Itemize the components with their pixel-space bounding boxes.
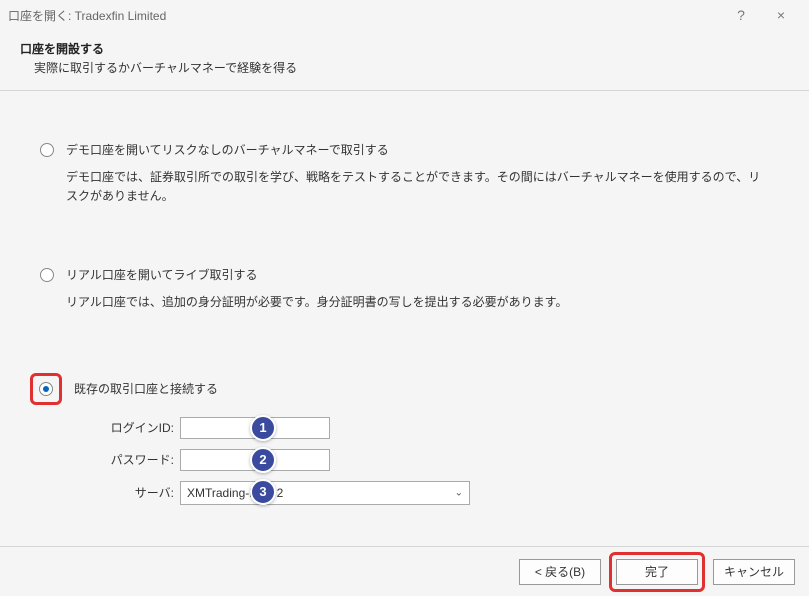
annotation-badge-3: 3 <box>250 479 276 505</box>
chevron-down-icon: ⌄ <box>455 487 463 498</box>
finish-button[interactable]: 完了 <box>616 559 698 585</box>
radio-real[interactable] <box>40 268 54 282</box>
dialog-body: デモ口座を開いてリスクなしのバーチャルマネーで取引する デモ口座では、証券取引所… <box>0 91 809 535</box>
dialog-footer: < 戻る(B) 完了 キャンセル <box>0 546 809 596</box>
cancel-button[interactable]: キャンセル <box>713 559 795 585</box>
radio-existing[interactable] <box>39 382 53 396</box>
login-label: ログインID: <box>80 419 180 436</box>
password-label: パスワード: <box>80 451 180 468</box>
help-button[interactable]: ? <box>721 0 761 30</box>
server-select[interactable]: XMTrading-MT5 2 ⌄ <box>180 481 470 505</box>
real-description: リアル口座では、追加の身分証明が必要です。身分証明書の写しを提出する必要がありま… <box>66 293 769 312</box>
close-button[interactable]: × <box>761 0 801 30</box>
radio-existing-label: 既存の取引口座と接続する <box>74 380 218 397</box>
finish-highlight-annotation: 完了 <box>609 552 705 592</box>
radio-real-label: リアル口座を開いてライブ取引する <box>66 266 258 283</box>
window-title: 口座を開く: Tradexfin Limited <box>8 7 721 24</box>
header-subtitle: 実際に取引するかバーチャルマネーで経験を得る <box>20 59 789 76</box>
demo-description: デモ口座では、証券取引所での取引を学び、戦略をテストすることができます。その間に… <box>66 168 769 206</box>
option-existing: 既存の取引口座と接続する ログインID: 1 パスワード: 2 サーバ: XMT… <box>40 373 769 505</box>
existing-form: ログインID: 1 パスワード: 2 サーバ: XMTrading-MT5 2 … <box>80 417 769 505</box>
header-title: 口座を開設する <box>20 40 789 57</box>
titlebar: 口座を開く: Tradexfin Limited ? × <box>0 0 809 30</box>
radio-highlight-annotation <box>30 373 62 405</box>
server-label: サーバ: <box>80 484 180 501</box>
annotation-badge-1: 1 <box>250 415 276 441</box>
radio-demo[interactable] <box>40 143 54 157</box>
radio-demo-label: デモ口座を開いてリスクなしのバーチャルマネーで取引する <box>66 141 389 158</box>
option-demo: デモ口座を開いてリスクなしのバーチャルマネーで取引する デモ口座では、証券取引所… <box>40 141 769 206</box>
annotation-badge-2: 2 <box>250 447 276 473</box>
option-real: リアル口座を開いてライブ取引する リアル口座では、追加の身分証明が必要です。身分… <box>40 266 769 312</box>
dialog-header: 口座を開設する 実際に取引するかバーチャルマネーで経験を得る <box>0 30 809 91</box>
back-button[interactable]: < 戻る(B) <box>519 559 601 585</box>
